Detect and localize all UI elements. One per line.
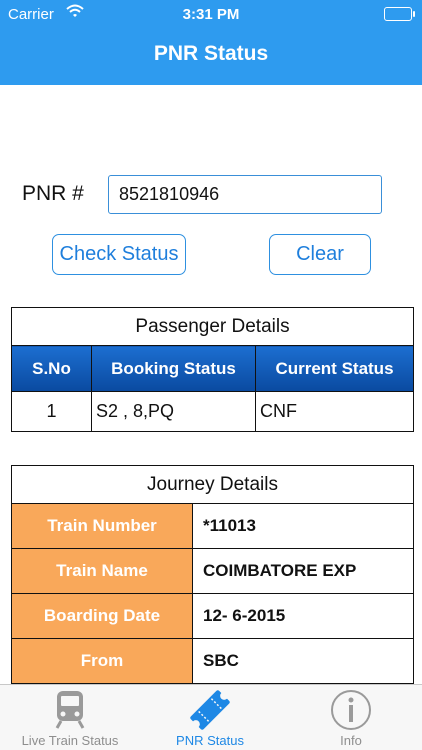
tab-label-info: Info bbox=[340, 733, 362, 748]
table-row: Boarding Date 12- 6-2015 bbox=[11, 593, 414, 639]
ticket-icon bbox=[188, 689, 232, 736]
check-status-button[interactable]: Check Status bbox=[52, 234, 186, 275]
table-row: 1 S2 , 8,PQ CNF bbox=[11, 391, 414, 432]
pnr-input[interactable] bbox=[108, 175, 382, 214]
status-bar: Carrier 3:31 PM bbox=[0, 0, 422, 30]
info-icon bbox=[330, 689, 372, 736]
table-row: From SBC bbox=[11, 638, 414, 684]
tab-live-train-status[interactable]: Live Train Status bbox=[0, 685, 140, 750]
journey-key-boarding-date: Boarding Date bbox=[11, 593, 193, 639]
tab-bar: Live Train Status PNR Status Info bbox=[0, 684, 422, 750]
journey-details-title: Journey Details bbox=[11, 465, 414, 504]
table-row: Train Number *11013 bbox=[11, 503, 414, 549]
passenger-sno: 1 bbox=[11, 391, 92, 432]
table-row: Train Name COIMBATORE EXP bbox=[11, 548, 414, 594]
passenger-details-title: Passenger Details bbox=[11, 307, 414, 346]
tab-pnr-status[interactable]: PNR Status bbox=[140, 685, 280, 750]
passenger-details-table: Passenger Details S.No Booking Status Cu… bbox=[11, 307, 414, 432]
journey-key-train-number: Train Number bbox=[11, 503, 193, 549]
journey-value-train-number: *11013 bbox=[192, 503, 414, 549]
page-title: PNR Status bbox=[153, 42, 269, 65]
journey-value-train-name: COIMBATORE EXP bbox=[192, 548, 414, 594]
clock: 3:31 PM bbox=[182, 6, 240, 23]
clear-button[interactable]: Clear bbox=[269, 234, 371, 275]
header: Carrier 3:31 PM PNR Status bbox=[0, 0, 422, 85]
pnr-label: PNR # bbox=[22, 182, 84, 205]
journey-key-from: From bbox=[11, 638, 193, 684]
tab-label-live-train-status: Live Train Status bbox=[21, 733, 119, 748]
train-icon bbox=[54, 689, 86, 734]
passenger-current-status: CNF bbox=[255, 391, 414, 432]
journey-value-from: SBC bbox=[192, 638, 414, 684]
battery-icon bbox=[384, 7, 415, 21]
passenger-booking-status: S2 , 8,PQ bbox=[91, 391, 256, 432]
journey-key-train-name: Train Name bbox=[11, 548, 193, 594]
column-header-booking-status: Booking Status bbox=[91, 345, 256, 392]
column-header-sno: S.No bbox=[11, 345, 92, 392]
tab-label-pnr-status: PNR Status bbox=[176, 733, 244, 748]
journey-value-boarding-date: 12- 6-2015 bbox=[192, 593, 414, 639]
column-header-current-status: Current Status bbox=[255, 345, 414, 392]
journey-details-table: Journey Details Train Number *11013 Trai… bbox=[11, 465, 414, 684]
tab-info[interactable]: Info bbox=[280, 685, 422, 750]
